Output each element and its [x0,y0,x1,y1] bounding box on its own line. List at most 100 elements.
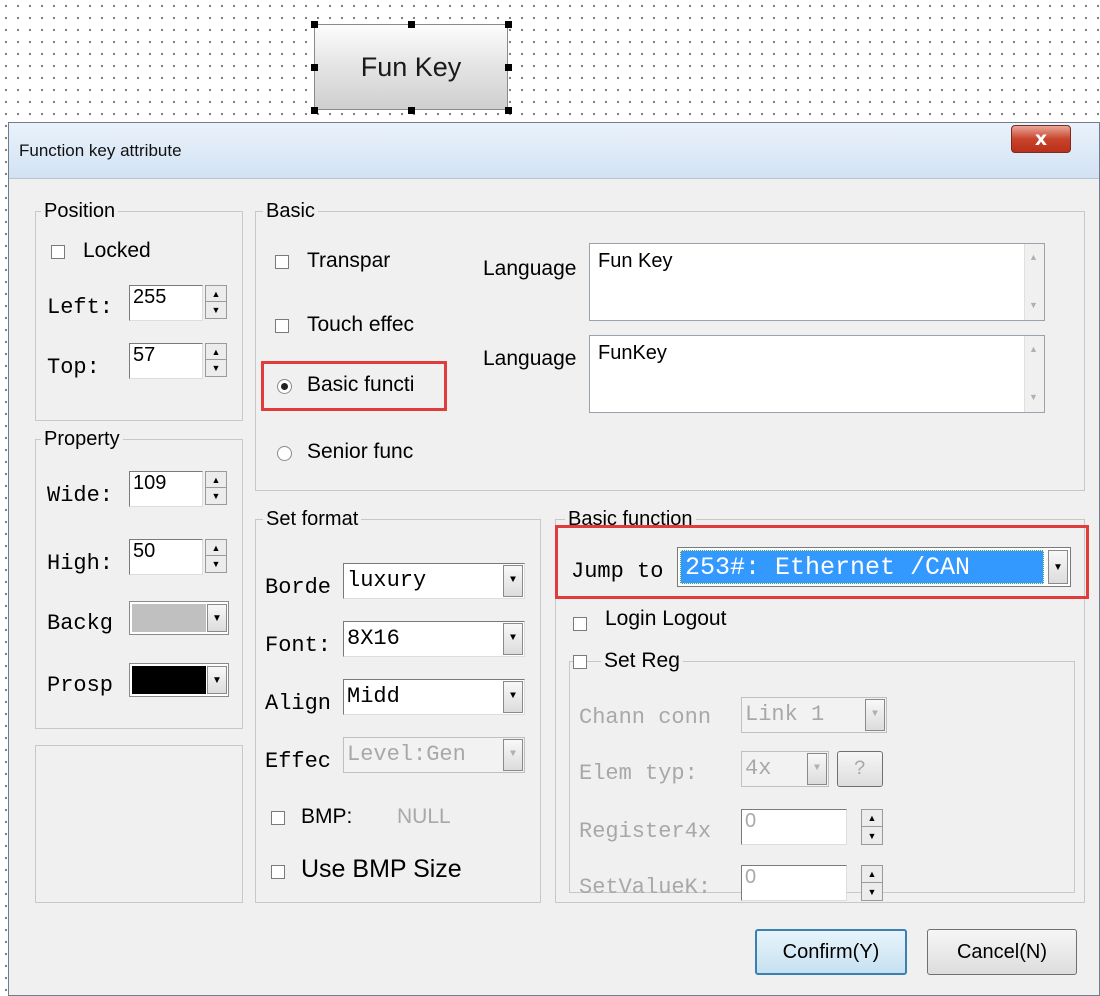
bmp-value: NULL [397,805,451,828]
language2-value: FunKey [598,342,667,364]
wide-label: Wide: [47,483,114,508]
high-spinner[interactable]: ▲ ▼ [205,539,227,573]
senior-function-radio[interactable] [277,446,292,461]
spin-up-icon[interactable]: ▲ [862,810,882,827]
selection-handle[interactable] [311,21,318,28]
background-label: Backg [47,611,114,636]
left-spinner[interactable]: ▲ ▼ [205,285,227,319]
effect-value: Level:Gen [347,742,466,767]
spin-down-icon[interactable]: ▼ [206,488,226,504]
set-reg-label: Set Reg [601,650,683,672]
senior-function-label: Senior func [307,440,414,463]
scroll-down-icon[interactable]: ▼ [1029,300,1038,310]
align-select[interactable]: Midd ▼ [343,679,525,715]
spin-up-icon[interactable]: ▲ [862,866,882,883]
selection-handle[interactable] [505,64,512,71]
align-value: Midd [347,684,400,709]
top-label: Top: [47,355,100,380]
left-label: Left: [47,295,114,320]
use-bmp-size-checkbox[interactable] [271,865,285,879]
top-spinner[interactable]: ▲ ▼ [205,343,227,377]
title-bar: Function key attribute x [9,123,1099,179]
spin-down-icon[interactable]: ▼ [862,827,882,844]
language2-scrollbar[interactable]: ▲ ▼ [1024,336,1044,412]
language2-label: Language [483,347,577,370]
bmp-checkbox[interactable] [271,811,285,825]
scroll-down-icon[interactable]: ▼ [1029,392,1038,402]
locked-checkbox[interactable] [51,245,65,259]
language2-textarea[interactable]: FunKey ▲ ▼ [589,335,1045,413]
border-select[interactable]: luxury ▼ [343,563,525,599]
set-format-legend: Set format [263,508,362,530]
spin-down-icon[interactable]: ▼ [206,302,226,318]
set-reg-checkbox[interactable] [573,655,587,669]
login-logout-label: Login Logout [605,607,727,630]
chevron-down-icon[interactable]: ▼ [503,565,523,597]
spin-up-icon[interactable]: ▲ [206,472,226,488]
register-spinner[interactable]: ▲ ▼ [861,809,883,845]
selection-handle[interactable] [408,107,415,114]
high-label: High: [47,551,114,576]
jump-to-select[interactable]: 253#: Ethernet /CAN ▼ [677,547,1071,587]
chevron-down-icon[interactable]: ▼ [207,666,227,694]
touch-effect-checkbox[interactable] [275,319,289,333]
channel-select[interactable]: Link 1 ▼ [741,697,887,733]
selection-handle[interactable] [311,107,318,114]
jump-to-value: 253#: Ethernet /CAN [680,550,1044,584]
chevron-down-icon[interactable]: ▼ [503,623,523,655]
prospect-color-picker[interactable]: ▼ [129,663,229,697]
background-color-picker[interactable]: ▼ [129,601,229,635]
cancel-button[interactable]: Cancel(N) [927,929,1077,975]
high-input[interactable]: 50 [129,539,203,575]
login-logout-checkbox[interactable] [573,617,587,631]
spin-down-icon[interactable]: ▼ [206,556,226,572]
close-button[interactable]: x [1011,125,1071,153]
register-label: Register4x [579,819,712,844]
font-value: 8X16 [347,626,400,651]
setvalue-spinner[interactable]: ▲ ▼ [861,865,883,901]
spin-up-icon[interactable]: ▲ [206,540,226,556]
confirm-button[interactable]: Confirm(Y) [755,929,907,975]
selection-handle[interactable] [505,21,512,28]
scroll-up-icon[interactable]: ▲ [1029,344,1038,354]
spin-up-icon[interactable]: ▲ [206,286,226,302]
selection-handle[interactable] [505,107,512,114]
selection-handle[interactable] [311,64,318,71]
spin-up-icon[interactable]: ▲ [206,344,226,360]
chevron-down-icon[interactable]: ▼ [865,699,885,731]
effect-select[interactable]: Level:Gen ▼ [343,737,525,773]
chevron-down-icon[interactable]: ▼ [503,739,523,771]
setvalue-input[interactable]: 0 [741,865,847,901]
position-legend: Position [41,200,119,222]
chevron-down-icon[interactable]: ▼ [1048,550,1068,584]
jump-to-label: Jump to [571,559,664,584]
wide-input[interactable]: 109 [129,471,203,507]
chevron-down-icon[interactable]: ▼ [207,604,227,632]
language1-scrollbar[interactable]: ▲ ▼ [1024,244,1044,320]
register-input[interactable]: 0 [741,809,847,845]
chevron-down-icon[interactable]: ▼ [807,753,827,785]
cancel-label: Cancel(N) [956,940,1048,963]
fun-key-widget-label: Fun Key [360,51,462,82]
transparent-checkbox[interactable] [275,255,289,269]
fun-key-widget[interactable]: Fun Key [314,24,508,110]
elem-type-select[interactable]: 4x ▼ [741,751,829,787]
language1-textarea[interactable]: Fun Key ▲ ▼ [589,243,1045,321]
effect-label: Effec [265,749,332,774]
setvalue-label: SetValueK: [579,875,712,900]
spin-down-icon[interactable]: ▼ [206,360,226,376]
basic-function-label: Basic functi [307,373,415,396]
preview-panel [35,745,243,903]
top-input[interactable]: 57 [129,343,203,379]
spin-down-icon[interactable]: ▼ [862,883,882,900]
transparent-label: Transpar [307,249,391,272]
scroll-up-icon[interactable]: ▲ [1029,252,1038,262]
wide-spinner[interactable]: ▲ ▼ [205,471,227,505]
font-select[interactable]: 8X16 ▼ [343,621,525,657]
elem-type-help-button[interactable]: ? [837,751,883,787]
language1-value: Fun Key [598,250,673,272]
chevron-down-icon[interactable]: ▼ [503,681,523,713]
selection-handle[interactable] [408,21,415,28]
left-input[interactable]: 255 [129,285,203,321]
basic-function-radio[interactable] [277,379,292,394]
